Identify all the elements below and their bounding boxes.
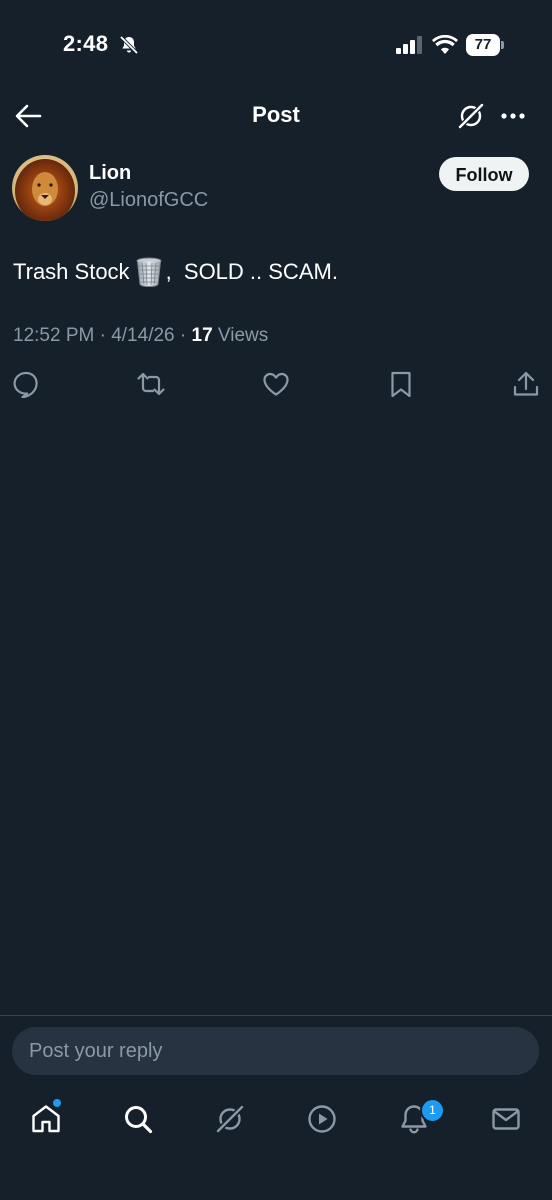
share-icon[interactable] [512,370,540,398]
post-timestamp: 12:52 PM · 4/14/26 · 17 Views [13,325,268,347]
battery-icon: 77 [466,34,504,56]
reply-divider [0,1015,552,1016]
bookmark-icon[interactable] [387,370,415,398]
post-text-start: Trash Stock [13,259,130,284]
post-header: Post [0,90,552,142]
messages-icon[interactable] [490,1103,522,1135]
reply-icon[interactable] [12,370,40,398]
bell-muted-icon [120,36,138,54]
lion-avatar-image [12,155,78,221]
wifi-icon [432,35,458,54]
grok-icon[interactable] [214,1103,246,1135]
grok-icon[interactable] [456,101,486,131]
post-text-end: , SOLD .. SCAM. [165,259,338,284]
like-icon[interactable] [262,370,290,398]
reply-input[interactable] [12,1027,539,1075]
author-name[interactable]: Lion [89,162,131,185]
battery-cap [501,41,504,49]
views-count[interactable]: 17 [192,325,213,346]
post-text: Trash Stock , SOLD .. SCAM. [13,257,338,287]
search-icon[interactable] [122,1103,154,1135]
status-time: 2:48 [63,31,109,56]
signal-icon [396,36,422,54]
battery-level: 77 [466,34,500,56]
video-icon[interactable] [306,1103,338,1135]
follow-button[interactable]: Follow [439,157,529,191]
more-icon[interactable] [499,104,527,128]
author-handle[interactable]: @LionofGCC [89,189,208,212]
notification-badge: 1 [420,1098,445,1123]
avatar[interactable] [12,155,78,221]
post-time: 12:52 PM · 4/14/26 · [13,325,192,346]
home-icon[interactable] [30,1103,62,1135]
views-label: Views [212,325,269,346]
status-bar: 2:48 77 [0,0,552,90]
repost-icon[interactable] [137,370,165,398]
wastebasket-icon [136,257,162,287]
home-unread-dot [53,1099,61,1107]
